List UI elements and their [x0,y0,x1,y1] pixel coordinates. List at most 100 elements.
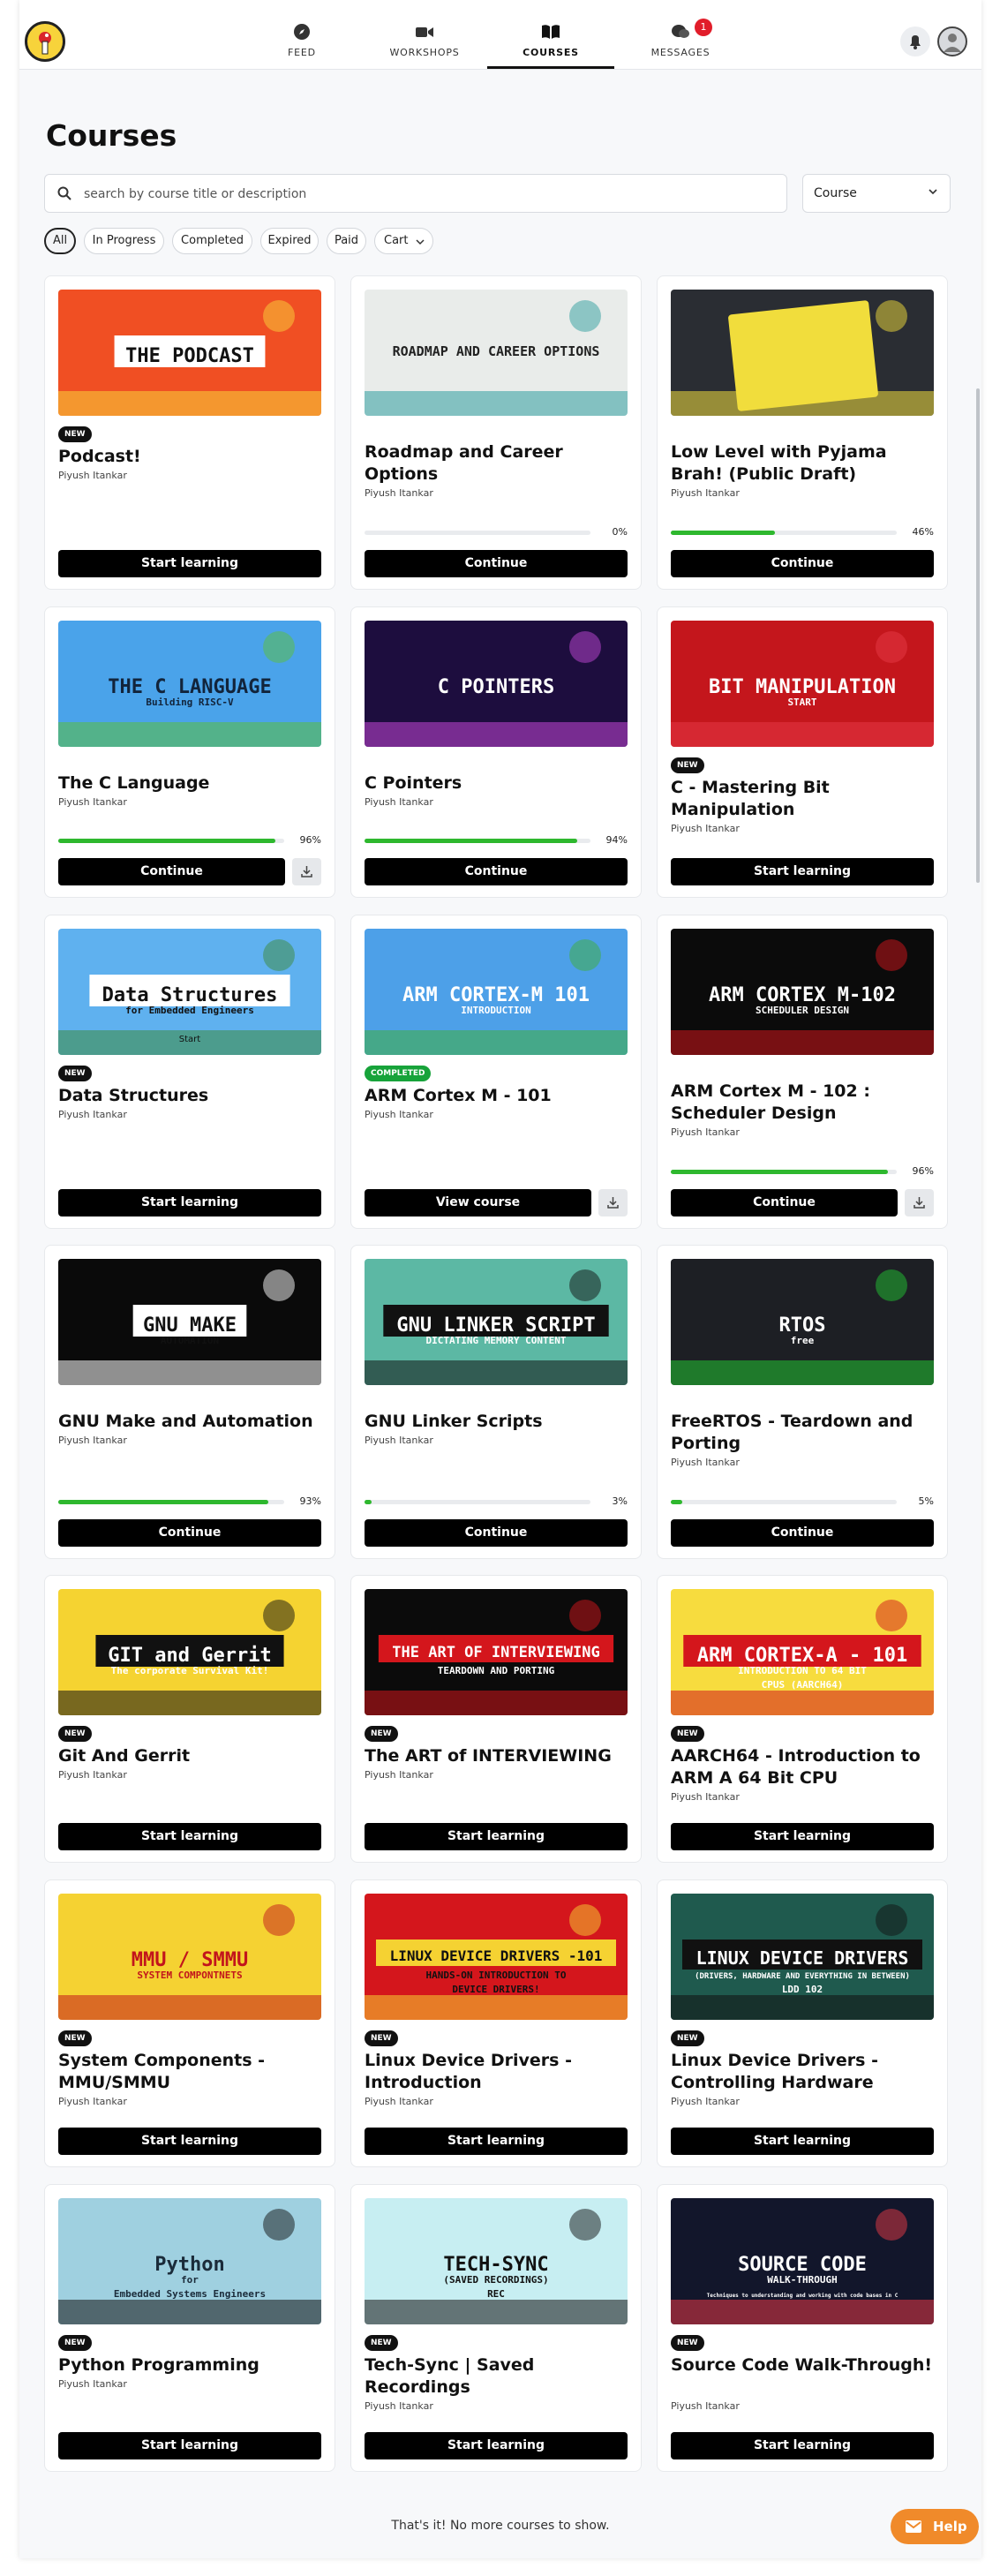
course-title[interactable]: ARM Cortex M - 101 [365,1085,629,1107]
course-thumbnail[interactable]: ROADMAP AND CAREER OPTIONS [365,290,628,416]
course-card[interactable]: GIT and Gerrit The corporate Survival Kit… [44,1575,335,1863]
course-card[interactable]: RTOS free FreeRTOS - Teardown and Porting P… [657,1245,948,1559]
course-card[interactable]: GNU MAKE AUTOMATION GNU Make and Automatio… [44,1245,335,1559]
course-card[interactable]: MMU / SMMU SYSTEM COMPONTNETS NEW System Co… [44,1879,335,2167]
course-title[interactable]: Low Level with Pyjama Brah! (Public Draf… [671,441,936,486]
start-learning-button[interactable]: Start learning [671,2128,934,2155]
help-button[interactable]: Help [891,2509,979,2544]
course-title[interactable]: FreeRTOS - Teardown and Porting [671,1411,936,1455]
course-card[interactable]: C POINTERS C Pointers Piyush Itankar 94% Con… [350,606,642,898]
course-thumbnail[interactable]: Data Structures for Embedded Engineers Sta… [58,929,321,1055]
filter-cart[interactable]: Cart [374,228,433,254]
start-learning-button[interactable]: Start learning [58,550,321,577]
course-title[interactable]: AARCH64 - Introduction to ARM A 64 Bit C… [671,1745,936,1789]
course-title[interactable]: Podcast! [58,446,323,468]
course-card[interactable]: Python for Embedded Systems Engineers NEW Py… [44,2184,335,2472]
start-learning-button[interactable]: Start learning [365,2432,628,2459]
filter-all[interactable]: All [44,228,76,254]
view-course-button[interactable]: View course [365,1189,591,1216]
course-title[interactable]: The C Language [58,772,323,795]
course-thumbnail[interactable]: GIT and Gerrit The corporate Survival Kit… [58,1589,321,1715]
course-thumbnail[interactable]: ARM CORTEX M-102 SCHEDULER DESIGN [671,929,934,1055]
course-title[interactable]: Linux Device Drivers - Controlling Hardw… [671,2050,936,2094]
start-learning-button[interactable]: Start learning [58,1823,321,1850]
start-learning-button[interactable]: Start learning [671,1823,934,1850]
course-thumbnail[interactable]: RTOS free [671,1259,934,1385]
download-button[interactable] [598,1189,628,1216]
course-card[interactable]: THE PODCAST NEW Podcast! Piyush Itankar Star… [44,275,335,590]
start-learning-button[interactable]: Start learning [58,2128,321,2155]
course-card[interactable]: ARM CORTEX-M 101 INTRODUCTION COMPLETED ARM… [350,915,642,1229]
course-card[interactable]: GNU LINKER SCRIPT DICTATING MEMORY CONTEN… [350,1245,642,1559]
continue-button[interactable]: Continue [365,858,628,885]
course-title[interactable]: System Components - MMU/SMMU [58,2050,323,2094]
continue-button[interactable]: Continue [365,1519,628,1547]
download-button[interactable] [292,858,321,885]
start-learning-button[interactable]: Start learning [58,2432,321,2459]
course-title[interactable]: Linux Device Drivers - Introduction [365,2050,629,2094]
course-title[interactable]: Source Code Walk-Through! [671,2354,936,2376]
course-title[interactable]: Tech-Sync | Saved Recordings [365,2354,629,2399]
continue-button[interactable]: Continue [671,1189,898,1216]
course-thumbnail[interactable]: LINUX DEVICE DRIVERS (DRIVERS, HARDWARE A… [671,1894,934,2020]
nav-workshops[interactable]: WORKSHOPS [384,19,465,69]
course-thumbnail[interactable]: THE C LANGUAGE Building RISC-V [58,621,321,747]
course-card[interactable]: LINUX DEVICE DRIVERS (DRIVERS, HARDWARE A… [657,1879,948,2167]
continue-button[interactable]: Continue [365,550,628,577]
user-avatar[interactable] [937,26,967,56]
start-learning-button[interactable]: Start learning [365,1823,628,1850]
filter-completed[interactable]: Completed [172,228,252,254]
filter-paid[interactable]: Paid [327,228,366,254]
course-thumbnail[interactable]: Python for Embedded Systems Engineers [58,2198,321,2324]
course-card[interactable]: BIT MANIPULATION START NEW C - Mastering Bi… [657,606,948,898]
search-input[interactable] [84,182,772,207]
continue-button[interactable]: Continue [671,1519,934,1547]
course-title[interactable]: C Pointers [365,772,629,795]
course-thumbnail[interactable]: THE ART OF INTERVIEWING TEARDOWN AND PORT… [365,1589,628,1715]
course-card[interactable]: THE ART OF INTERVIEWING TEARDOWN AND PORT… [350,1575,642,1863]
course-title[interactable]: Data Structures [58,1085,323,1107]
search-box[interactable] [44,174,787,213]
course-thumbnail[interactable]: ARM CORTEX-M 101 INTRODUCTION [365,929,628,1055]
brand-logo[interactable] [25,21,65,62]
course-title[interactable]: GNU Linker Scripts [365,1411,629,1433]
course-title[interactable]: Roadmap and Career Options [365,441,629,486]
course-title[interactable]: Python Programming [58,2354,323,2376]
course-thumbnail[interactable]: MMU / SMMU SYSTEM COMPONTNETS [58,1894,321,2020]
course-thumbnail[interactable]: LINUX DEVICE DRIVERS -101 HANDS-ON INTROD… [365,1894,628,2020]
course-title[interactable]: C - Mastering Bit Manipulation [671,777,936,821]
course-title[interactable]: GNU Make and Automation [58,1411,323,1433]
start-learning-button[interactable]: Start learning [671,858,934,885]
course-thumbnail[interactable]: ARM CORTEX-A - 101 INTRODUCTION TO 64 BIT… [671,1589,934,1715]
course-thumbnail[interactable]: BIT MANIPULATION START [671,621,934,747]
course-thumbnail[interactable]: GNU MAKE AUTOMATION [58,1259,321,1385]
course-type-select[interactable]: Course [802,174,951,213]
course-title[interactable]: Git And Gerrit [58,1745,323,1767]
course-thumbnail[interactable]: TECH-SYNC (SAVED RECORDINGS) REC [365,2198,628,2324]
course-thumbnail[interactable]: SOURCE CODE WALK-THROUGH Techniques to un… [671,2198,934,2324]
course-thumbnail[interactable]: GNU LINKER SCRIPT DICTATING MEMORY CONTEN… [365,1259,628,1385]
course-title[interactable]: The ART of INTERVIEWING [365,1745,629,1767]
start-learning-button[interactable]: Start learning [671,2432,934,2459]
nav-courses[interactable]: COURSES [487,19,614,69]
start-learning-button[interactable]: Start learning [58,1189,321,1216]
course-card[interactable]: TECH-SYNC (SAVED RECORDINGS) REC NEW Tech-Sy… [350,2184,642,2472]
course-card[interactable]: ROADMAP AND CAREER OPTIONS Roadmap and Ca… [350,275,642,590]
continue-button[interactable]: Continue [671,550,934,577]
course-card[interactable]: ARM CORTEX-A - 101 INTRODUCTION TO 64 BIT… [657,1575,948,1863]
course-card[interactable]: Data Structures for Embedded Engineers Sta… [44,915,335,1229]
course-card[interactable]: ARM CORTEX M-102 SCHEDULER DESIGN ARM Cort… [657,915,948,1229]
course-card[interactable]: LINUX DEVICE DRIVERS -101 HANDS-ON INTROD… [350,1879,642,2167]
start-learning-button[interactable]: Start learning [365,2128,628,2155]
nav-feed[interactable]: FEED [284,19,320,69]
continue-button[interactable]: Continue [58,1519,321,1547]
filter-in-progress[interactable]: In Progress [84,228,164,254]
continue-button[interactable]: Continue [58,858,285,885]
course-card[interactable]: SOURCE CODE WALK-THROUGH Techniques to un… [657,2184,948,2472]
course-thumbnail[interactable]: C POINTERS [365,621,628,747]
course-thumbnail[interactable]: THE PODCAST [58,290,321,416]
download-button[interactable] [905,1189,934,1216]
notifications-button[interactable] [900,26,930,56]
course-title[interactable]: ARM Cortex M - 102 : Scheduler Design [671,1081,936,1125]
course-card[interactable]: THE C LANGUAGE Building RISC-V The C Langu… [44,606,335,898]
